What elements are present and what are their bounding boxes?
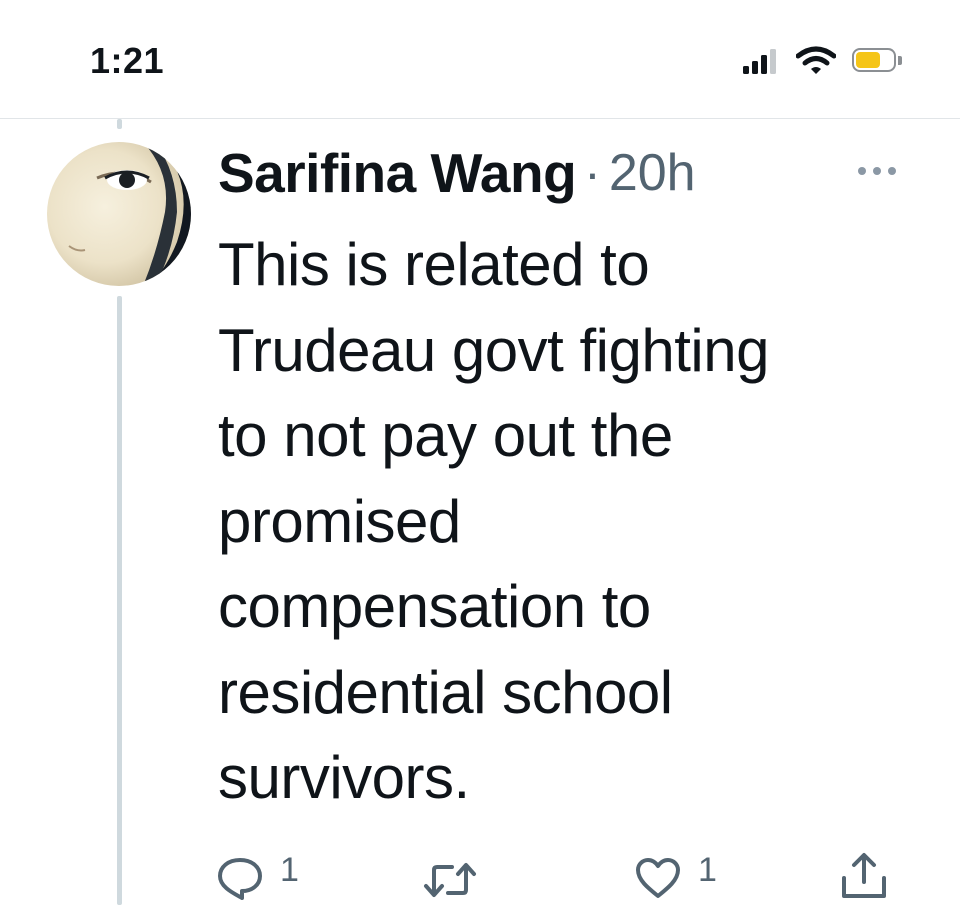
- heart-icon: [634, 856, 682, 900]
- thread-line: [117, 119, 122, 129]
- reply-icon: [216, 856, 264, 900]
- timestamp[interactable]: 20h: [609, 143, 696, 203]
- avatar[interactable]: [47, 142, 191, 286]
- thread-line: [117, 296, 122, 905]
- share-button[interactable]: [838, 830, 890, 900]
- like-count: 1: [698, 851, 717, 889]
- like-button[interactable]: 1: [634, 830, 717, 900]
- reply-button[interactable]: 1: [216, 830, 299, 900]
- author-name[interactable]: Sarifina Wang: [218, 141, 577, 205]
- signal-icon: [743, 48, 779, 74]
- tweet-actions: 1 1: [0, 830, 960, 900]
- status-time: 1:21: [90, 40, 165, 81]
- tweet-text: This is related to Trudeau govt fighting…: [218, 231, 769, 811]
- status-bar: 1:21: [0, 0, 960, 119]
- battery-icon: [852, 48, 904, 74]
- meta-separator: ·: [584, 145, 601, 201]
- share-icon: [838, 852, 890, 900]
- retweet-button[interactable]: [422, 830, 494, 900]
- wifi-icon: [795, 46, 837, 76]
- tweet-header: Sarifina Wang · 20h: [218, 138, 696, 208]
- reply-count: 1: [280, 851, 299, 889]
- more-icon[interactable]: [858, 156, 908, 186]
- retweet-icon: [422, 860, 478, 900]
